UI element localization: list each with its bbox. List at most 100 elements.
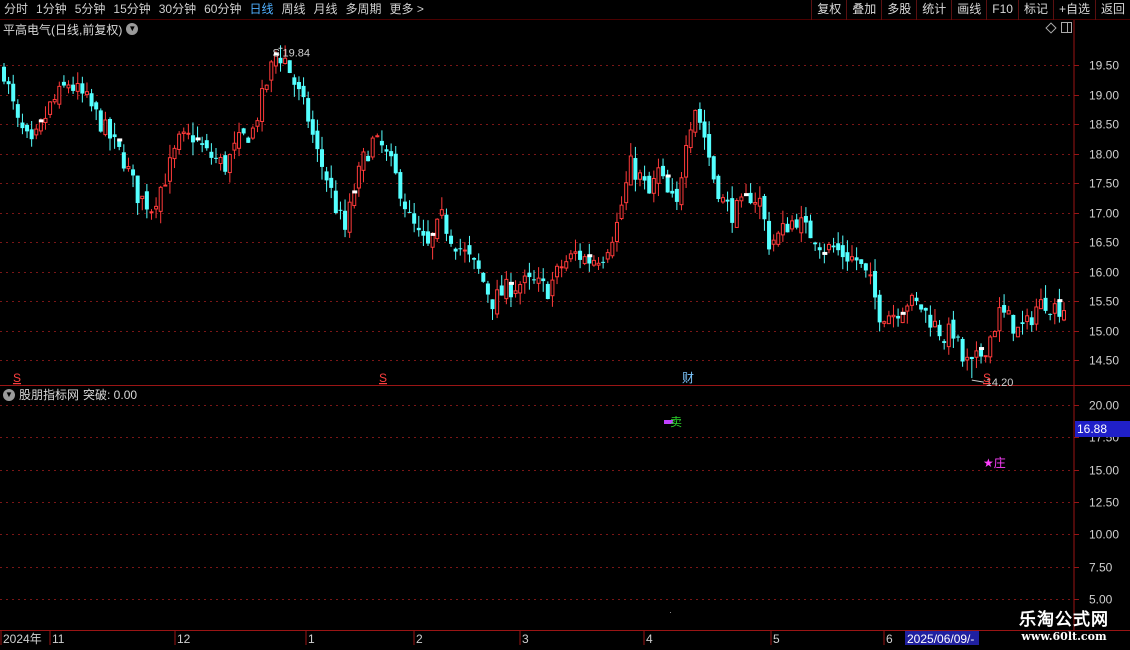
volume-dot: [195, 137, 201, 141]
time-axis-label: 4: [646, 632, 653, 646]
volume-dot: [508, 281, 514, 285]
candle-body: [817, 247, 822, 251]
candle-body: [402, 201, 407, 210]
candle-body: [863, 263, 868, 271]
candle-body: [946, 323, 951, 348]
candle-body: [605, 252, 610, 260]
candle-body: [555, 265, 560, 278]
price-tick-label: 17.00: [1089, 207, 1119, 221]
candle-body: [992, 330, 997, 338]
price-tick-label: 19.50: [1089, 59, 1119, 73]
volume-dot: [979, 347, 985, 351]
candle-body: [665, 175, 670, 193]
time-axis-label: 11: [52, 632, 65, 646]
signal-marker: S: [13, 371, 21, 385]
candle-body: [674, 188, 679, 202]
candle-body: [301, 85, 306, 98]
volume-dot: [117, 138, 123, 142]
candle-body: [356, 165, 361, 189]
candle-body: [94, 102, 99, 110]
candle-body: [730, 198, 735, 223]
candle-body: [1015, 326, 1020, 338]
candle-body: [112, 134, 117, 138]
candle-body: [937, 324, 942, 337]
indicator-tick-label: 15.00: [1089, 464, 1119, 478]
candle-body: [527, 272, 532, 278]
candle-body: [227, 153, 232, 174]
candle-body: [596, 262, 601, 266]
candle-body: [292, 77, 297, 85]
candle-body: [1043, 297, 1048, 311]
indicator-tick-label: 12.50: [1089, 496, 1119, 510]
candle-body: [1029, 317, 1034, 326]
candle-body: [407, 211, 412, 213]
candle-body: [1011, 314, 1016, 334]
candle-body: [264, 84, 269, 90]
stock-chart[interactable]: 19.5019.0018.5018.0017.5017.0016.5016.00…: [0, 0, 1130, 650]
price-tick-label: 15.50: [1089, 295, 1119, 309]
candle-body: [89, 93, 94, 107]
candle-body: [347, 201, 352, 233]
candle-body: [2, 66, 6, 82]
candle-body: [260, 88, 265, 122]
volume-dot: [38, 119, 44, 123]
candle-body: [421, 230, 426, 236]
candle-body: [80, 83, 85, 94]
candle-body: [725, 199, 730, 202]
candle-body: [287, 60, 292, 74]
candle-body: [647, 175, 652, 194]
candle-body: [877, 294, 882, 323]
candle-body: [983, 355, 988, 358]
zhuang-label: ★庄: [983, 455, 1006, 470]
candle-body: [103, 119, 108, 136]
volume-dot: [352, 190, 358, 194]
candle-body: [679, 177, 684, 206]
candle-body: [919, 304, 924, 310]
candle-body: [578, 250, 583, 260]
candle-body: [951, 319, 956, 339]
candle-body: [490, 299, 495, 310]
candle-body: [485, 283, 490, 295]
current-value-text: 16.88: [1077, 422, 1107, 436]
candle-body: [48, 101, 53, 115]
candle-body: [836, 243, 841, 251]
candle-body: [1006, 310, 1011, 315]
candle-body: [776, 232, 781, 245]
candle-body: [449, 235, 454, 244]
candle-body: [1025, 315, 1030, 322]
candle-body: [126, 166, 131, 170]
candle-body: [306, 98, 311, 122]
price-tick-label: 15.00: [1089, 325, 1119, 339]
candle-body: [767, 220, 772, 250]
candle-body: [591, 259, 596, 266]
volume-dot: [430, 232, 436, 236]
candle-body: [462, 249, 467, 252]
price-tick-label: 14.50: [1089, 354, 1119, 368]
candle-body: [1052, 303, 1057, 314]
candle-body: [734, 200, 739, 228]
candle-body: [209, 151, 214, 158]
sell-label: 卖: [670, 415, 682, 429]
candle-body: [670, 190, 675, 194]
candle-body: [697, 108, 702, 123]
candle-body: [799, 217, 804, 234]
candle-body: [891, 314, 896, 318]
price-tick-label: 17.50: [1089, 177, 1119, 191]
candle-body: [522, 275, 527, 284]
signal-marker: 财: [682, 371, 694, 385]
candle-body: [71, 84, 76, 91]
candle-body: [57, 85, 62, 105]
indicator-dot: [670, 612, 671, 613]
indicator-tick-label: 7.50: [1089, 561, 1113, 575]
candle-body: [642, 176, 647, 181]
volume-dot: [1057, 299, 1063, 303]
candle-body: [541, 278, 546, 282]
candle-body: [873, 271, 878, 298]
candle-body: [656, 167, 661, 184]
candle-body: [909, 294, 914, 306]
candle-body: [794, 219, 799, 228]
candle-body: [453, 248, 458, 252]
candle-body: [882, 321, 887, 324]
candle-body: [324, 171, 329, 181]
candle-body: [808, 220, 813, 239]
